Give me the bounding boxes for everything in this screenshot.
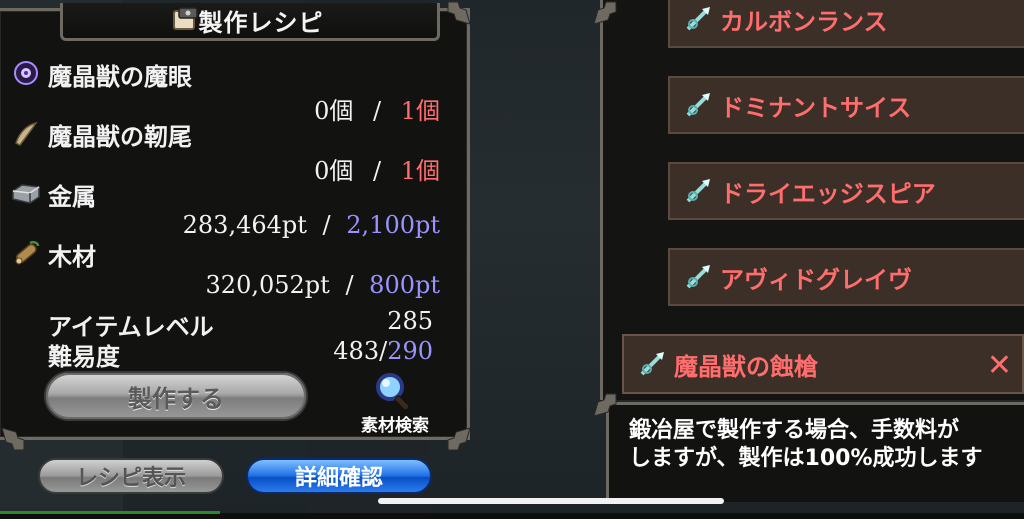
recipe-view-button[interactable]: レシピ表示 [38, 458, 224, 494]
material-row: 木材 320,052pt / 800pt [0, 235, 440, 305]
selected-weapon-item[interactable]: 魔晶獣の蝕槍 ✕ [622, 334, 1024, 394]
material-quantity: 320,052pt / 800pt [206, 271, 440, 299]
weapon-name: アヴィドグレイヴ [720, 265, 912, 294]
corner-ornament-icon [593, 393, 617, 417]
recipe-title-bar: 製作レシピ [60, 3, 440, 41]
metal-ingot-icon [12, 184, 40, 204]
material-need: 800pt [369, 271, 440, 299]
material-have: 320,052pt [205, 271, 330, 299]
magnifier-icon [376, 373, 410, 411]
material-search-label: 素材検索 [361, 416, 429, 436]
progress-line [0, 511, 220, 514]
detail-confirm-button[interactable]: 詳細確認 [246, 458, 432, 494]
quantity-separator: / [345, 271, 354, 299]
material-name: 金属 [48, 183, 96, 211]
weapon-name: 魔晶獣の蝕槍 [674, 352, 818, 381]
description-line: 鍛冶屋で製作する場合、手数料が [629, 418, 960, 443]
wood-log-icon [15, 240, 40, 265]
material-name: 魔晶獣の魔眼 [48, 63, 192, 91]
weapon-list-item[interactable]: アヴィドグレイヴ [668, 248, 1024, 306]
spear-weapon-icon [640, 352, 664, 376]
craft-button[interactable]: 製作する [44, 371, 308, 421]
material-search-button[interactable]: 素材検索 [350, 369, 440, 436]
recipe-title: 製作レシピ [198, 9, 324, 37]
weapon-list-item[interactable]: ドミナントサイス [668, 76, 1024, 134]
corner-ornament-icon [593, 1, 617, 25]
eye-orb-icon [14, 61, 38, 85]
close-icon[interactable]: ✕ [987, 348, 1012, 383]
material-name: 木材 [48, 243, 96, 271]
weapon-name: ドライエッジスピア [720, 179, 936, 208]
recipe-panel: 製作レシピ 魔晶獣の魔眼 0個 / 1個 魔晶獣の靭尾 0個 / 1個 金属 2… [0, 3, 470, 440]
weapon-name: ドミナントサイス [720, 93, 912, 122]
corner-ornament-icon [1, 427, 25, 451]
spear-weapon-icon [686, 179, 710, 203]
corner-ornament-icon [447, 427, 471, 451]
difficulty-value: 483/290 [333, 337, 433, 365]
item-level-value: 285 [387, 307, 433, 335]
spear-weapon-icon [686, 265, 710, 289]
weapon-name: カルボンランス [720, 7, 888, 36]
tail-claw-icon [15, 121, 38, 146]
material-name: 魔晶獣の靭尾 [48, 123, 192, 151]
home-indicator[interactable] [378, 498, 724, 504]
corner-ornament-icon [447, 1, 471, 25]
weapon-list-item[interactable]: ドライエッジスピア [668, 162, 1024, 220]
recipe-book-icon [173, 7, 198, 30]
description-line: しますが、製作は100%成功します [629, 446, 983, 471]
difficulty-max: 290 [387, 337, 433, 365]
spear-weapon-icon [686, 7, 710, 31]
description-text: 鍛冶屋で製作する場合、手数料が しますが、製作は100%成功します [629, 417, 983, 473]
difficulty-current: 483/ [333, 337, 388, 365]
spear-weapon-icon [686, 93, 710, 117]
description-box: 鍛冶屋で製作する場合、手数料が しますが、製作は100%成功します [606, 402, 1024, 502]
difficulty-label: 難易度 [48, 343, 120, 371]
weapon-list-item[interactable]: カルボンランス [668, 0, 1024, 48]
